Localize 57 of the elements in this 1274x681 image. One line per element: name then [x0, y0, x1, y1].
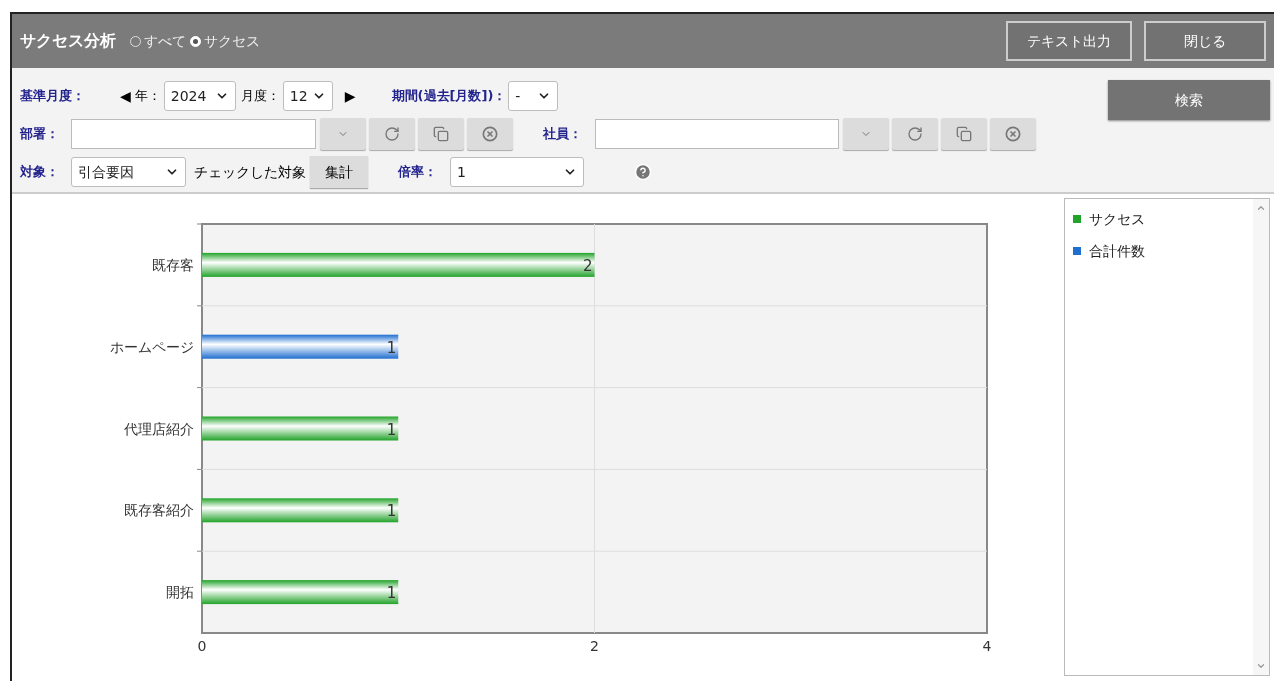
- scroll-down-icon[interactable]: [1256, 661, 1266, 671]
- aggregate-button[interactable]: 集計: [310, 156, 368, 188]
- export-button[interactable]: テキスト出力: [1006, 21, 1132, 61]
- category-label: 開拓: [166, 584, 194, 601]
- clear-button[interactable]: [467, 118, 513, 150]
- data-label: 2: [582, 256, 593, 275]
- reset-icon: [384, 126, 400, 142]
- reset-button[interactable]: [892, 118, 938, 150]
- axis-tick-label: 2: [590, 638, 599, 654]
- data-label: 1: [386, 420, 397, 439]
- field-label: 対象：: [20, 163, 60, 182]
- category-label: 既存客紹介: [124, 502, 194, 519]
- help-icon[interactable]: [634, 163, 652, 181]
- search-button[interactable]: 検索: [1108, 80, 1270, 120]
- select-field[interactable]: 引合要因: [71, 157, 186, 187]
- reset-icon: [907, 126, 923, 142]
- radio-label[interactable]: サクセス: [204, 30, 260, 52]
- legend-label: サクセス: [1089, 209, 1145, 229]
- data-label: 1: [386, 502, 397, 521]
- scrollbar[interactable]: [1253, 199, 1269, 675]
- category-label: ホームページ: [110, 338, 194, 355]
- field-label: 月度：: [240, 87, 280, 106]
- previous-arrow-icon[interactable]: ◀: [120, 85, 131, 107]
- clear-button[interactable]: [990, 118, 1036, 150]
- clear-icon: [482, 126, 498, 142]
- page-title: サクセス分析: [20, 30, 116, 52]
- legend-label: 合計件数: [1089, 241, 1145, 261]
- select-field[interactable]: 12: [282, 81, 333, 111]
- field-label: 期間(過去[月数])：: [391, 87, 507, 106]
- axis-tick-label: 4: [982, 638, 992, 654]
- checked-target-label: チェックした対象: [194, 162, 306, 182]
- field-label: 部署：: [20, 125, 60, 144]
- scroll-up-icon[interactable]: [1256, 203, 1266, 213]
- copy-icon: [956, 126, 972, 142]
- copy-button[interactable]: [941, 118, 987, 150]
- copy-icon: [433, 126, 449, 142]
- select-field[interactable]: -: [508, 81, 559, 111]
- employee-field[interactable]: [595, 119, 839, 149]
- select-field[interactable]: 2024: [163, 81, 236, 111]
- department-field[interactable]: [71, 119, 316, 149]
- radio-label[interactable]: すべて: [144, 30, 186, 52]
- copy-button[interactable]: [418, 118, 464, 150]
- field-label: 社員：: [543, 125, 583, 144]
- category-label: 既存客: [152, 256, 194, 273]
- next-arrow-icon[interactable]: ▶: [344, 85, 356, 107]
- radio-button[interactable]: [130, 35, 141, 47]
- field-label: 倍率：: [398, 163, 438, 182]
- data-label: 1: [386, 584, 397, 603]
- category-label: 代理店紹介: [124, 420, 194, 437]
- reset-button[interactable]: [369, 118, 415, 150]
- axis-tick-label: 0: [197, 638, 207, 654]
- data-label: 1: [386, 338, 397, 357]
- clear-icon: [1005, 126, 1021, 142]
- select-field[interactable]: 1: [450, 157, 584, 187]
- close-button[interactable]: 閉じる: [1144, 21, 1266, 61]
- field-label: 基準月度：: [20, 87, 86, 106]
- field-label: 年：: [134, 87, 161, 106]
